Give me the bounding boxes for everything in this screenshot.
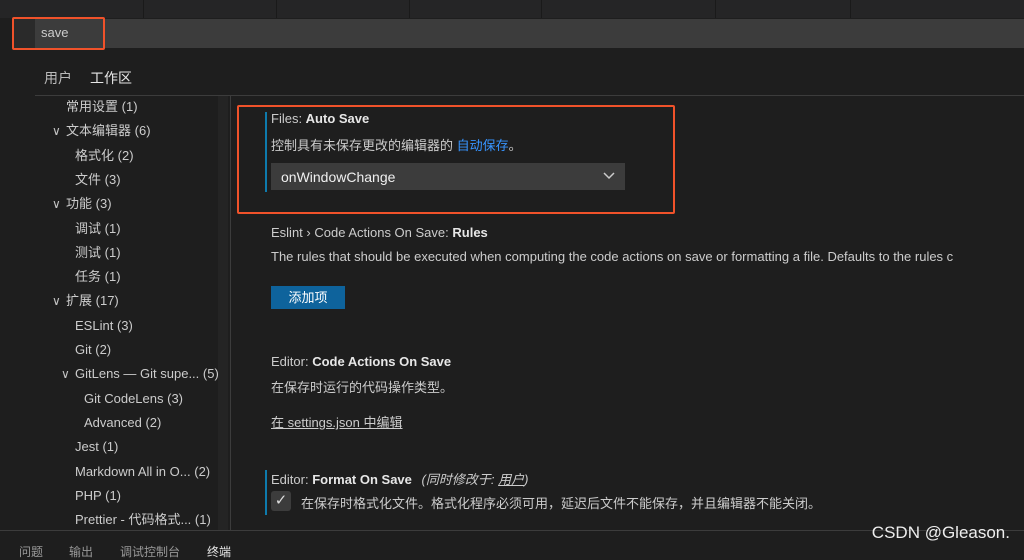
tree-item[interactable]: ∨ 扩展 (17)	[35, 290, 119, 312]
tree-item-count: (2)	[117, 147, 134, 163]
tree-item[interactable]: ESLint (3)	[35, 315, 133, 337]
sidebar-scrollbar[interactable]	[218, 96, 228, 530]
tree-item[interactable]: 文件 (3)	[35, 169, 121, 191]
tree-item-label: 调试	[75, 220, 102, 236]
chevron-down-icon: ∨	[61, 367, 70, 382]
tree-item-label: 扩展	[66, 293, 93, 309]
tree-item-label: 文件	[75, 171, 102, 187]
tab-divider	[850, 0, 851, 18]
tree-item-count: (2)	[194, 463, 211, 479]
watermark: CSDN @Gleason.	[871, 523, 1010, 542]
tree-item-count: (1)	[104, 220, 121, 236]
tree-item-label: GitLens — Git supe...	[75, 366, 200, 382]
chevron-down-icon: ∨	[52, 294, 61, 309]
tab-divider	[541, 0, 542, 18]
tree-item-count: (17)	[95, 293, 119, 309]
tree-item[interactable]: ∨ 功能 (3)	[35, 193, 112, 215]
tree-item[interactable]: Git (2)	[35, 339, 111, 361]
setting-description: 在保存时运行的代码操作类型。	[271, 380, 454, 395]
tree-item[interactable]: 任务 (1)	[35, 266, 121, 288]
tree-item-count: (1)	[194, 512, 211, 528]
tree-item-label: Git CodeLens	[84, 390, 164, 406]
tree-item-label: Git	[75, 342, 92, 357]
focus-indicator	[265, 112, 267, 192]
tree-item[interactable]: Advanced (2)	[35, 412, 161, 434]
tree-item[interactable]: Git CodeLens (3)	[35, 388, 183, 410]
tab-user[interactable]: 用户	[44, 68, 72, 88]
tree-item[interactable]: 常用设置 (1)	[35, 96, 138, 118]
tree-item-label: PHP	[75, 487, 102, 503]
tree-item-count: (3)	[95, 196, 112, 212]
checkmark-icon: ✓	[274, 492, 288, 509]
tree-item[interactable]: ∨ 文本编辑器 (6)	[35, 120, 151, 142]
add-item-button[interactable]: 添加项	[271, 286, 345, 309]
tree-item[interactable]: Markdown All in O... (2)	[35, 461, 210, 483]
search-input[interactable]	[41, 25, 641, 40]
setting-description: 控制具有未保存更改的编辑器的 自动保存。	[271, 138, 522, 153]
setting-title: Files: Auto Save	[271, 111, 370, 126]
tree-item[interactable]: PHP (1)	[35, 485, 121, 507]
editor-tab-bar	[0, 0, 1024, 18]
setting-title: Editor: Format On Save (同时修改于: 用户)	[271, 472, 529, 487]
tree-item-label: 常用设置	[66, 99, 119, 114]
highlight-box	[12, 17, 105, 50]
tab-workspace[interactable]: 工作区	[90, 68, 132, 96]
tree-item-count: (6)	[134, 123, 151, 139]
tree-item-count: (3)	[104, 171, 121, 187]
tree-item[interactable]: 测试 (1)	[35, 242, 121, 264]
format-on-save-checkbox[interactable]: ✓	[271, 491, 291, 511]
modified-indicator	[265, 470, 267, 515]
tab-divider	[715, 0, 716, 18]
tree-item-label: 格式化	[75, 147, 115, 163]
tree-item-label: 文本编辑器	[66, 123, 132, 139]
tree-item-label: 任务	[75, 269, 102, 285]
edit-in-settings-json-link[interactable]: 在 settings.json 中编辑	[271, 412, 403, 431]
tree-item-count: (3)	[167, 390, 184, 406]
tree-item-count: (3)	[116, 317, 133, 333]
tree-item-label: Prettier - 代码格式...	[75, 512, 192, 528]
tree-item-count: (5)	[202, 366, 219, 382]
tree-item-label: 测试	[75, 244, 102, 260]
setting-description: 在保存时格式化文件。格式化程序必须可用，延迟后文件不能保存，并且编辑器不能关闭。	[301, 496, 822, 511]
tree-item-count: (1)	[104, 269, 121, 285]
tree-item-label: Jest	[75, 439, 99, 455]
auto-save-select[interactable]: onWindowChange	[271, 163, 625, 190]
tree-item[interactable]: Jest (1)	[35, 436, 118, 458]
tree-item-count: (1)	[102, 439, 119, 455]
tree-item[interactable]: 格式化 (2)	[35, 145, 134, 167]
divider	[35, 95, 1024, 96]
auto-save-link[interactable]: 自动保存	[457, 138, 509, 153]
tree-item-label: 功能	[66, 196, 93, 212]
chevron-down-icon	[603, 172, 615, 180]
tab-divider	[143, 0, 144, 18]
tree-item[interactable]: 调试 (1)	[35, 218, 121, 240]
setting-title: Eslint › Code Actions On Save: Rules	[271, 225, 488, 240]
tree-item-count: (1)	[104, 244, 121, 260]
modified-user-link[interactable]: 用户	[498, 472, 524, 487]
tree-item[interactable]: ∨ GitLens — Git supe... (5)	[35, 363, 219, 385]
tree-item-count: (1)	[105, 487, 122, 503]
chevron-down-icon: ∨	[52, 197, 61, 212]
chevron-down-icon: ∨	[52, 124, 61, 139]
tab-divider	[409, 0, 410, 18]
setting-description: The rules that should be executed when c…	[271, 249, 954, 264]
tree-item-label: ESLint	[75, 317, 114, 333]
tree-item-count: (2)	[145, 414, 162, 430]
tree-item-count: (2)	[95, 342, 112, 357]
divider	[230, 96, 231, 530]
tab-divider	[276, 0, 277, 18]
setting-title: Editor: Code Actions On Save	[271, 354, 452, 369]
tree-item[interactable]: Prettier - 代码格式... (1)	[35, 509, 211, 531]
tree-item-count: (1)	[121, 99, 138, 114]
settings-search[interactable]	[12, 19, 1024, 48]
tree-item-label: Advanced	[84, 414, 142, 430]
tree-item-label: Markdown All in O...	[75, 463, 191, 479]
